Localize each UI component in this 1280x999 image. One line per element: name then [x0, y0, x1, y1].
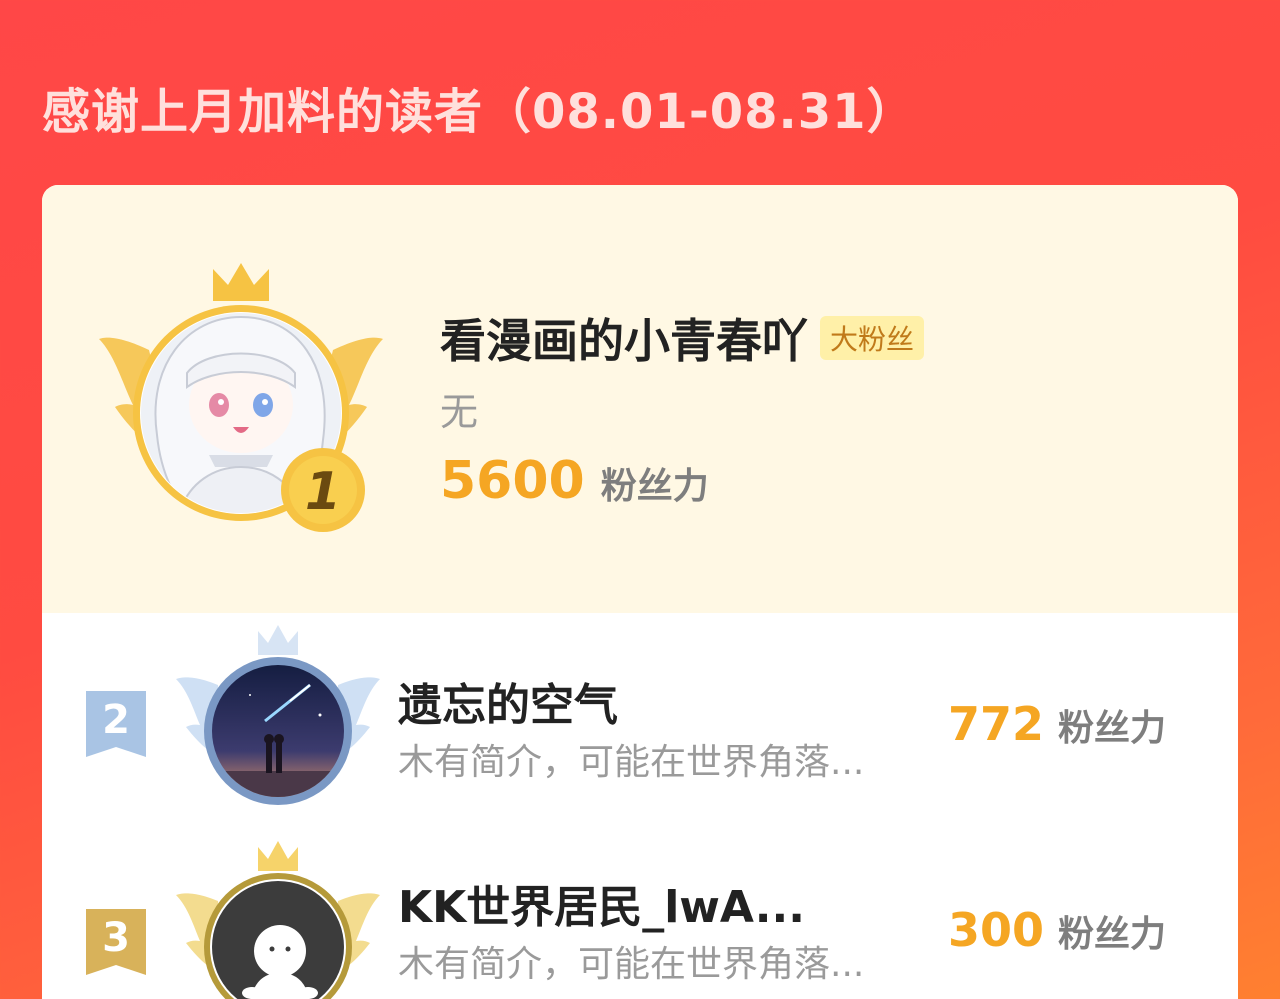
ranking-row-2-bio: 木有简介，可能在世界角落... — [398, 742, 865, 783]
rank-3-number: 3 — [102, 915, 130, 961]
ranking-row-3-bio: 木有简介，可能在世界角落... — [398, 944, 865, 985]
bronze-avatar-frame[interactable] — [170, 841, 380, 999]
rank-2-number: 2 — [102, 697, 130, 743]
top-user-score: 5600 粉丝力 — [440, 451, 709, 511]
ranking-row-3-name[interactable]: KK世界居民_lwA... — [398, 871, 805, 935]
rank-2-flag: 2 — [86, 691, 146, 757]
crown-icon — [213, 263, 269, 301]
top-user-score-value: 5600 — [440, 451, 585, 511]
couple-night-sky-avatar — [212, 665, 344, 797]
silver-avatar-frame[interactable] — [170, 625, 380, 805]
ranking-row-2[interactable]: 2 遗忘的空气 木有简介，可能在世界角落... 772 粉丝力 — [42, 625, 1238, 805]
rank-3-flag: 3 — [86, 909, 146, 975]
fan-level-badge: 大粉丝 — [820, 316, 925, 360]
ranking-row-3-score-unit: 粉丝力 — [1058, 914, 1167, 955]
top-user-score-unit: 粉丝力 — [600, 466, 709, 507]
ranking-row-3-score: 300 粉丝力 — [948, 903, 1166, 957]
top-user-section[interactable]: 1 看漫画的小青春吖 大粉丝 无 5600 粉丝力 — [42, 185, 1238, 613]
ranking-row-2-score-value: 772 — [948, 697, 1045, 751]
ranking-row-3[interactable]: 3 KK世界居民_lwA... 木有简介，可能在世界角落... 300 粉丝力 — [42, 841, 1238, 999]
ranking-row-3-score-value: 300 — [948, 903, 1045, 957]
rank-1-number: 1 — [305, 462, 341, 522]
crown-icon — [258, 625, 298, 655]
top-user-name-row: 看漫画的小青春吖 大粉丝 — [440, 305, 925, 371]
ranking-row-2-score: 772 粉丝力 — [948, 697, 1166, 751]
crown-icon — [258, 841, 298, 871]
ranking-card: 1 看漫画的小青春吖 大粉丝 无 5600 粉丝力 2 遗忘的空气 木有简介，可… — [42, 185, 1238, 999]
ranking-row-2-name[interactable]: 遗忘的空气 — [398, 669, 618, 733]
ranking-row-2-score-unit: 粉丝力 — [1058, 708, 1167, 749]
page-title: 感谢上月加料的读者（08.01-08.31） — [42, 84, 916, 140]
top-user-name[interactable]: 看漫画的小青春吖 — [440, 305, 808, 371]
top-user-bio: 无 — [440, 390, 479, 434]
rank-1-badge: 1 — [281, 448, 365, 532]
